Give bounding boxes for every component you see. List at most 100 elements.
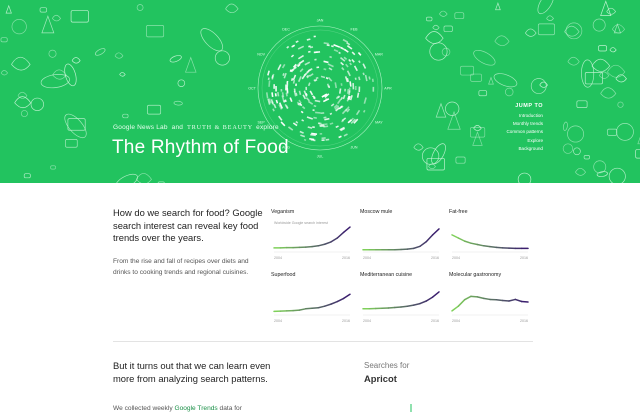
- food-doodle: [158, 182, 164, 183]
- rhythm-tick: [286, 46, 289, 49]
- rhythm-tick: [314, 36, 316, 38]
- trend-segment: [465, 241, 471, 243]
- trend-chart-title: Fat-free: [449, 209, 468, 215]
- jump-link-background[interactable]: Background: [506, 145, 543, 153]
- trend-segment: [490, 247, 496, 248]
- food-doodle: [597, 171, 608, 177]
- jump-link-common-patterns[interactable]: Common patterns: [506, 128, 543, 136]
- food-doodle: [114, 171, 140, 183]
- rhythm-tick: [281, 89, 283, 92]
- food-doodle: [52, 15, 60, 21]
- month-label: FEB: [351, 28, 359, 32]
- food-doodle: [136, 173, 151, 183]
- trend-segment: [426, 235, 432, 242]
- trend-segment: [318, 244, 324, 246]
- trend-segment: [509, 299, 515, 301]
- rhythm-tick: [347, 70, 351, 76]
- x-axis-end-label: 2016: [520, 256, 528, 260]
- food-doodle: [120, 72, 126, 76]
- trend-chart-moscow-mule[interactable]: Moscow mule 2004 2016: [360, 209, 442, 269]
- food-doodle: [21, 110, 27, 116]
- trend-chart-title: Mediterranean cuisine: [360, 272, 412, 278]
- food-doodle: [186, 57, 196, 72]
- x-axis-start-label: 2004: [274, 319, 282, 323]
- month-label: NOV: [257, 53, 265, 57]
- trend-segment: [484, 298, 490, 299]
- trend-chart-title: Molecular gastronomy: [449, 272, 501, 278]
- google-trends-link[interactable]: Google Trends: [174, 405, 217, 412]
- food-doodle: [594, 161, 606, 173]
- page-title: The Rhythm of Food: [112, 137, 289, 159]
- rhythm-tick: [312, 126, 315, 128]
- rhythm-tick: [309, 91, 313, 96]
- food-doodle: [547, 16, 554, 21]
- trend-chart-molecular-gastronomy[interactable]: Molecular gastronomy 2004 2016: [449, 272, 531, 332]
- rhythm-tick: [313, 117, 317, 119]
- trend-chart-fat-free[interactable]: Fat-free 2004 2016: [449, 209, 531, 269]
- food-doodle: [575, 168, 585, 175]
- rhythm-tick: [314, 105, 317, 107]
- x-axis-end-label: 2016: [342, 256, 350, 260]
- trend-chart-superfood[interactable]: Superfood 2004 2016: [271, 272, 353, 332]
- food-doodle: [1, 70, 7, 74]
- month-label: MAR: [375, 53, 383, 57]
- trend-segment: [407, 248, 413, 249]
- rhythm-tick: [358, 76, 360, 80]
- rhythm-tick: [272, 108, 275, 111]
- jump-link-explore[interactable]: Explore: [506, 137, 543, 145]
- rhythm-tick: [348, 59, 351, 62]
- rhythm-tick: [282, 64, 286, 68]
- food-doodle: [226, 4, 239, 13]
- rhythm-tick: [320, 112, 324, 114]
- food-doodle: [444, 26, 452, 32]
- rhythm-tick: [277, 64, 281, 70]
- x-axis-start-label: 2004: [363, 256, 371, 260]
- inner-ring: [262, 30, 378, 146]
- trend-line-plot: [360, 209, 442, 269]
- food-doodle: [456, 157, 465, 163]
- rhythm-tick: [293, 75, 297, 81]
- rhythm-tick: [358, 87, 360, 93]
- rhythm-tick: [337, 99, 342, 105]
- rhythm-tick: [343, 95, 346, 100]
- patterns-heading: But it turns out that we can learn even …: [113, 360, 273, 385]
- trend-segment: [407, 305, 413, 306]
- rhythm-tick: [316, 77, 319, 79]
- truth-and-beauty-link[interactable]: TRUTH & BEAUTY: [187, 125, 253, 131]
- trend-segment: [433, 229, 439, 235]
- food-doodle: [24, 174, 30, 178]
- x-axis-end-label: 2016: [520, 319, 528, 323]
- rhythm-tick: [326, 77, 329, 80]
- food-doodle: [592, 59, 610, 71]
- trend-segment: [496, 247, 502, 248]
- food-doodle: [169, 54, 182, 63]
- food-doodle: [593, 19, 605, 31]
- rhythm-tick: [322, 137, 326, 139]
- rhythm-tick: [338, 136, 341, 139]
- food-doodle: [518, 173, 531, 183]
- food-doodle: [495, 36, 509, 46]
- rhythm-tick: [340, 62, 344, 66]
- trend-line-plot: [449, 272, 531, 332]
- rhythm-tick: [328, 77, 332, 82]
- trend-chart-veganism[interactable]: Veganism Worldwide Google search interes…: [271, 209, 353, 269]
- food-doodle: [492, 71, 518, 90]
- rhythm-tick: [345, 64, 349, 68]
- rhythm-tick: [347, 45, 352, 50]
- rhythm-tick: [330, 122, 334, 125]
- food-doodle: [426, 17, 432, 21]
- trend-segment: [318, 306, 324, 308]
- rhythm-tick: [316, 66, 319, 68]
- trend-segment: [388, 308, 394, 309]
- food-doodle: [215, 51, 229, 65]
- food-doodle: [538, 24, 554, 35]
- google-news-lab-link[interactable]: Google News Lab: [113, 124, 168, 131]
- rhythm-tick: [363, 110, 366, 113]
- rhythm-tick: [300, 131, 304, 134]
- food-doodle: [61, 111, 90, 142]
- rhythm-tick: [323, 68, 326, 70]
- trend-chart-mediterranean-cuisine[interactable]: Mediterranean cuisine 2004 2016: [360, 272, 442, 332]
- rhythm-tick: [304, 139, 306, 141]
- jump-link-monthly-trends[interactable]: Monthly trends: [506, 120, 543, 128]
- jump-link-introduction[interactable]: Introduction: [506, 112, 543, 120]
